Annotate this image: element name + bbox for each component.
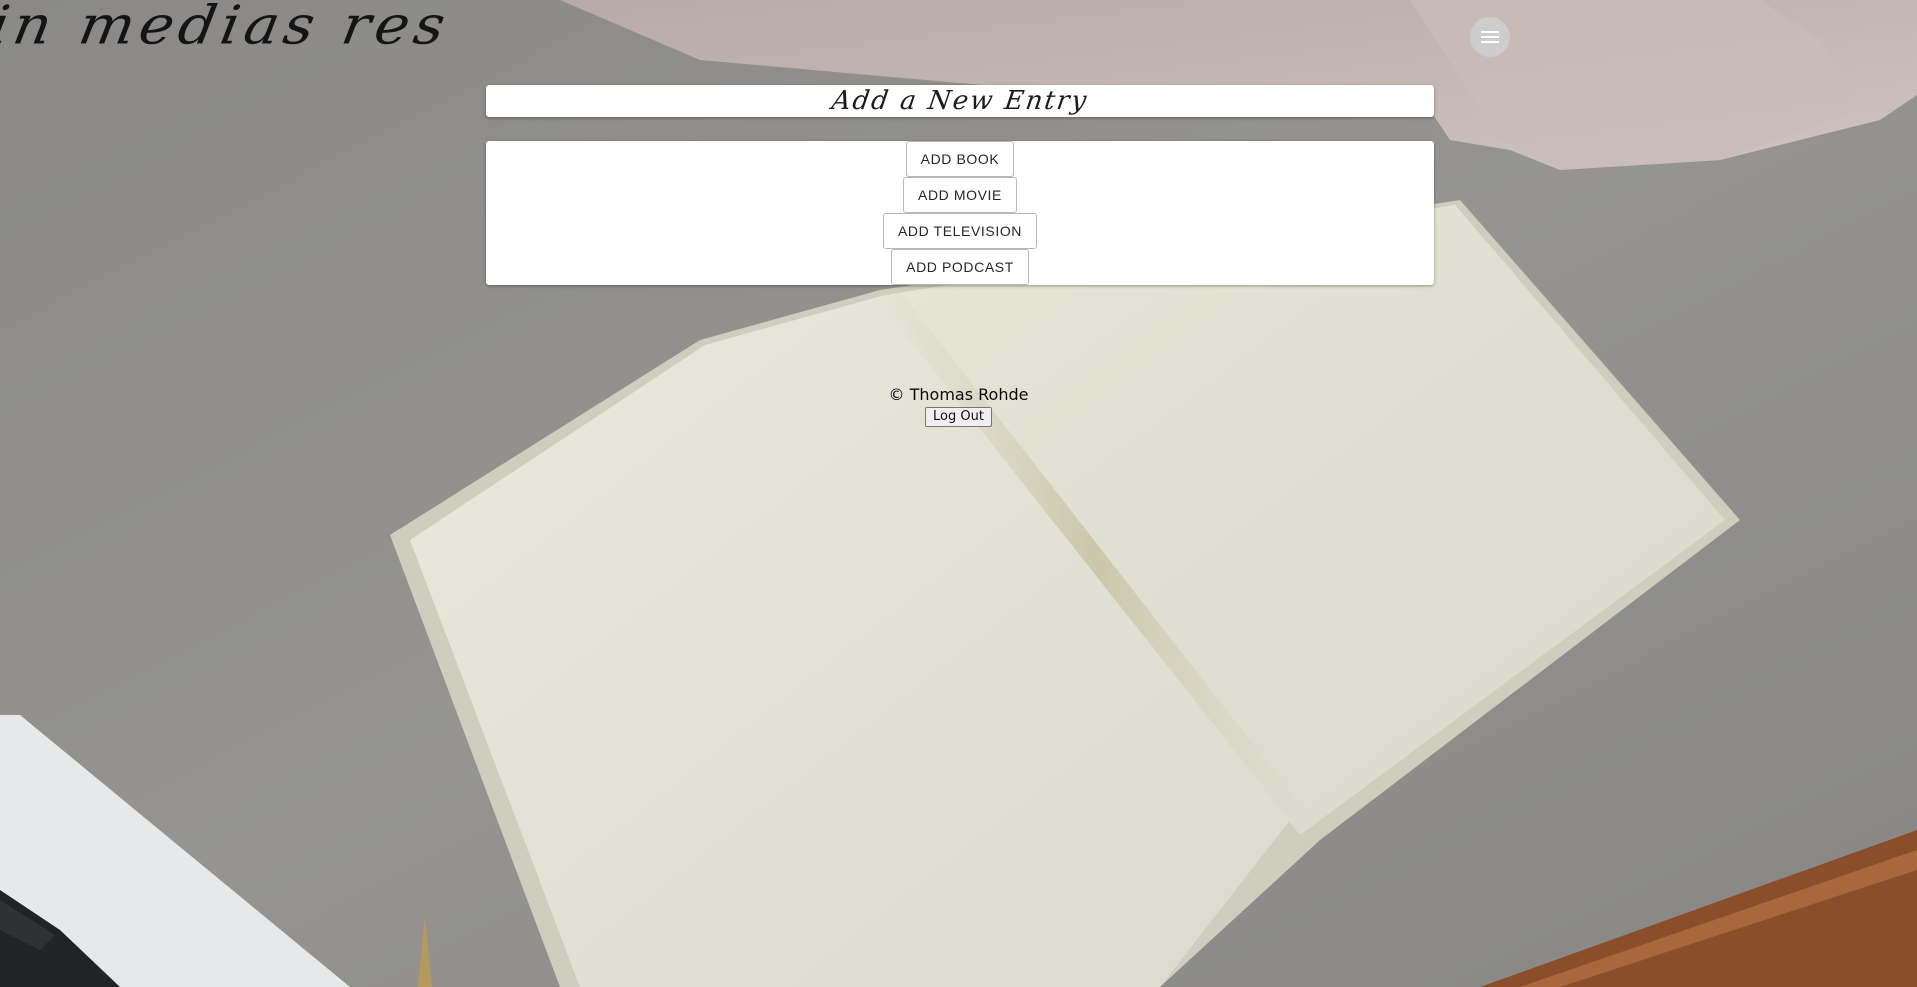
- entry-heading: Add a New Entry: [829, 86, 1091, 116]
- hamburger-menu-icon: [1481, 31, 1499, 43]
- add-podcast-button[interactable]: ADD PODCAST: [891, 249, 1029, 285]
- add-book-button[interactable]: ADD BOOK: [905, 141, 1015, 177]
- add-entry-card: ADD BOOK ADD MOVIE ADD TELEVISION ADD PO…: [486, 141, 1434, 285]
- entry-header-card: Add a New Entry: [486, 85, 1434, 117]
- add-movie-button[interactable]: ADD MOVIE: [903, 177, 1017, 213]
- footer: © Thomas Rohde Log Out: [0, 385, 1917, 427]
- logout-button[interactable]: Log Out: [925, 407, 992, 427]
- add-television-button[interactable]: ADD TELEVISION: [882, 213, 1038, 249]
- copyright-text: © Thomas Rohde: [888, 385, 1029, 404]
- menu-button[interactable]: [1470, 17, 1510, 57]
- site-title[interactable]: in medias res: [0, 0, 455, 57]
